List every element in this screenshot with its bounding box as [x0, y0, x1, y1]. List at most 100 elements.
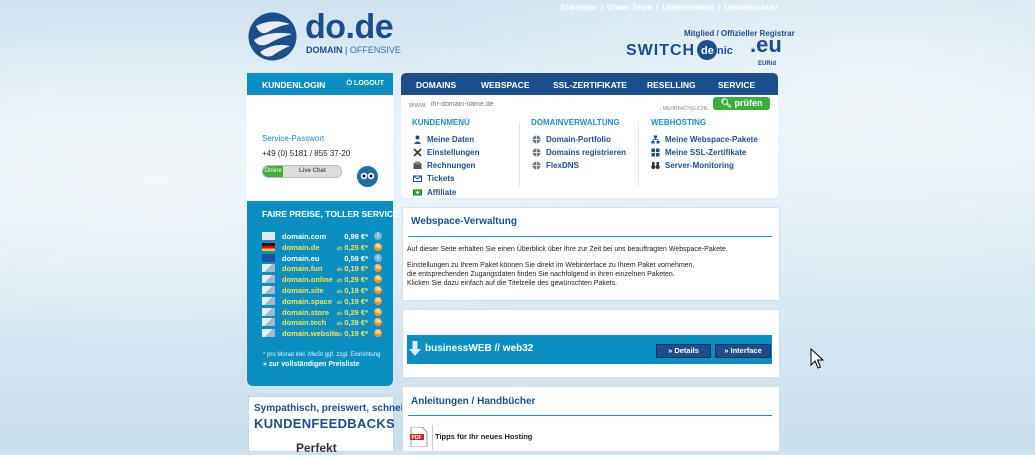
tld-flag-icon — [262, 329, 275, 338]
details-button[interactable]: » Details — [656, 344, 711, 358]
binoculars-icon — [651, 162, 660, 169]
domain-search-bar: www. ↓ MEHRFACHSUCHE 🔍︎ prüfen — [401, 95, 778, 115]
nav-ssl-zertifikate[interactable]: SSL-ZERTIFIKATE — [553, 80, 627, 90]
price-domain: domain.de — [282, 242, 320, 252]
globe-icon — [532, 135, 541, 144]
price-row[interactable]: domain.com 0,99 €* i — [262, 231, 392, 242]
price-panel: FAIRE PREISE, TOLLER SERVICE domain.com 0… — [247, 201, 399, 386]
info-icon[interactable]: i — [374, 232, 382, 240]
menu-ssl-zertifikate[interactable]: Meine SSL-Zertifikate — [651, 148, 746, 157]
owl-mascot-icon[interactable] — [357, 166, 378, 187]
price-row[interactable]: domain.eu 0,59 €* i — [262, 253, 392, 264]
nav-reselling[interactable]: RESELLING — [647, 80, 696, 90]
price-value: ab 0,19 €* — [336, 264, 368, 274]
menu-domain-portfolio[interactable]: Domain-Portfolio — [532, 135, 611, 144]
menu-meine-daten[interactable]: Meine Daten — [414, 135, 474, 144]
price-domain: domain.website — [282, 329, 339, 339]
tld-flag-icon — [262, 253, 275, 262]
switch-logo: SWITCH — [626, 42, 696, 59]
menu-domains-registrieren[interactable]: Domains registrieren — [532, 148, 626, 157]
nav-webspace[interactable]: WEBSPACE — [481, 80, 530, 90]
price-row[interactable]: domain.space ab 0,19 €*% — [262, 296, 392, 307]
price-row[interactable]: domain.site ab 0,19 €*% — [262, 285, 392, 296]
grid-icon — [651, 148, 660, 157]
price-value: ab 0,19 €* — [336, 296, 368, 306]
nav-service[interactable]: SERVICE — [718, 80, 755, 90]
toplink-startseite[interactable]: Startseite — [560, 3, 596, 12]
price-row[interactable]: domain.de ab 0,25 €*% — [262, 242, 392, 253]
menu-einstellungen[interactable]: Einstellungen — [413, 148, 479, 157]
live-chat-toggle[interactable]: Online Live Chat — [262, 165, 342, 178]
package-header[interactable]: businessWEB // web32 » Details » Interfa… — [407, 335, 772, 364]
check-domain-button[interactable]: 🔍︎ prüfen — [713, 97, 770, 110]
menu-tickets[interactable]: Tickets — [413, 174, 454, 183]
nav-domains[interactable]: DOMAINS — [416, 80, 456, 90]
price-domain: domain.com — [282, 232, 327, 241]
menu-rechnungen[interactable]: Rechnungen — [413, 161, 475, 170]
service-password-link[interactable]: Service-Passwort — [262, 134, 324, 143]
tld-flag-icon — [262, 296, 275, 305]
discount-icon[interactable]: % — [374, 329, 382, 338]
price-row[interactable]: domain.tech ab 0,39 €*% — [262, 317, 392, 328]
menu-server-monitoring[interactable]: Server-Monitoring — [651, 161, 734, 170]
discount-icon[interactable]: % — [374, 275, 382, 284]
do-de-logo-icon[interactable] — [248, 12, 297, 61]
tld-flag-icon — [262, 264, 275, 273]
discount-icon[interactable]: % — [374, 286, 382, 294]
price-note: * pro Monat inkl. MwSt ggf. zzgl. Einric… — [263, 352, 381, 358]
multi-search-link[interactable]: ↓ MEHRFACHSUCHE — [659, 106, 708, 112]
denic-logo-icon: de nic — [697, 40, 733, 60]
user-icon — [414, 135, 421, 144]
discount-icon[interactable]: % — [374, 307, 382, 316]
page-title: Webspace-Verwaltung — [411, 216, 517, 227]
domain-search-input[interactable] — [431, 98, 631, 110]
menu-flexdns[interactable]: FlexDNS — [532, 161, 579, 170]
tld-flag-icon — [262, 307, 275, 316]
logo-wordmark[interactable]: do.de — [305, 10, 394, 44]
guide-link-hosting-tips[interactable]: Tipps für Ihr neues Hosting — [435, 432, 532, 441]
tld-flag-icon — [262, 242, 275, 251]
login-header: KUNDENLOGIN ⏻ LOGOUT — [247, 73, 393, 95]
price-value: ab 0,19 €* — [336, 329, 368, 339]
power-icon: ⏻ — [346, 80, 353, 87]
price-value: ab 0,25 €* — [336, 242, 368, 252]
info-icon[interactable]: i — [374, 253, 382, 262]
sitemap-icon — [651, 135, 660, 144]
search-icon: 🔍︎ — [720, 98, 732, 108]
tools-icon — [413, 148, 422, 157]
price-value: ab 0,39 €* — [336, 318, 368, 328]
toplink-umweltschutz[interactable]: Umweltschutz — [724, 3, 778, 12]
money-icon — [413, 189, 422, 196]
discount-icon[interactable]: % — [374, 264, 382, 273]
discount-icon[interactable]: % — [374, 318, 382, 327]
price-row[interactable]: domain.online ab 0,29 €*% — [262, 274, 392, 285]
svg-text:PDF: PDF — [412, 435, 422, 441]
price-row[interactable]: domain.store ab 0,29 €*% — [262, 307, 392, 318]
online-indicator: Online — [263, 166, 283, 177]
price-domain: domain.online — [282, 275, 333, 285]
menu-heading-domainverwaltung: DOMAINVERWALTUNG — [531, 118, 620, 127]
logout-link[interactable]: ⏻ LOGOUT — [347, 80, 384, 88]
webspace-text-3: Klicken Sie dazu einfach auf die Titelze… — [407, 280, 618, 287]
interface-button[interactable]: » Interface — [715, 344, 771, 358]
tld-flag-icon — [262, 232, 275, 240]
eurid-logo: .eu EURid — [750, 32, 782, 68]
menu-webspace-pakete[interactable]: Meine Webspace-Pakete — [651, 135, 758, 144]
tld-flag-icon — [262, 286, 275, 294]
discount-icon[interactable]: % — [374, 242, 382, 251]
price-row[interactable]: domain.fun ab 0,19 €*% — [262, 263, 392, 274]
toplink-unternehmen[interactable]: Unternehmen — [662, 3, 714, 12]
price-domain: domain.fun — [282, 264, 323, 274]
feedback-title: KUNDENFEEDBACKS — [254, 416, 396, 431]
menu-affiliate[interactable]: Affiliate — [413, 188, 456, 197]
full-price-list-link[interactable]: » zur vollständigen Preisliste — [263, 361, 359, 368]
toplink-unser-team[interactable]: Unser Team — [607, 3, 652, 12]
title-underline — [408, 236, 772, 237]
price-row[interactable]: domain.website ab 0,19 €*% — [262, 328, 392, 339]
feedback-quote: Perfekt — [296, 441, 337, 455]
price-value: ab 0,29 €* — [336, 275, 368, 285]
menu-divider — [638, 122, 639, 186]
svg-text:de: de — [701, 45, 714, 57]
discount-icon[interactable]: % — [374, 296, 382, 305]
pdf-icon[interactable]: PDF — [410, 427, 428, 447]
